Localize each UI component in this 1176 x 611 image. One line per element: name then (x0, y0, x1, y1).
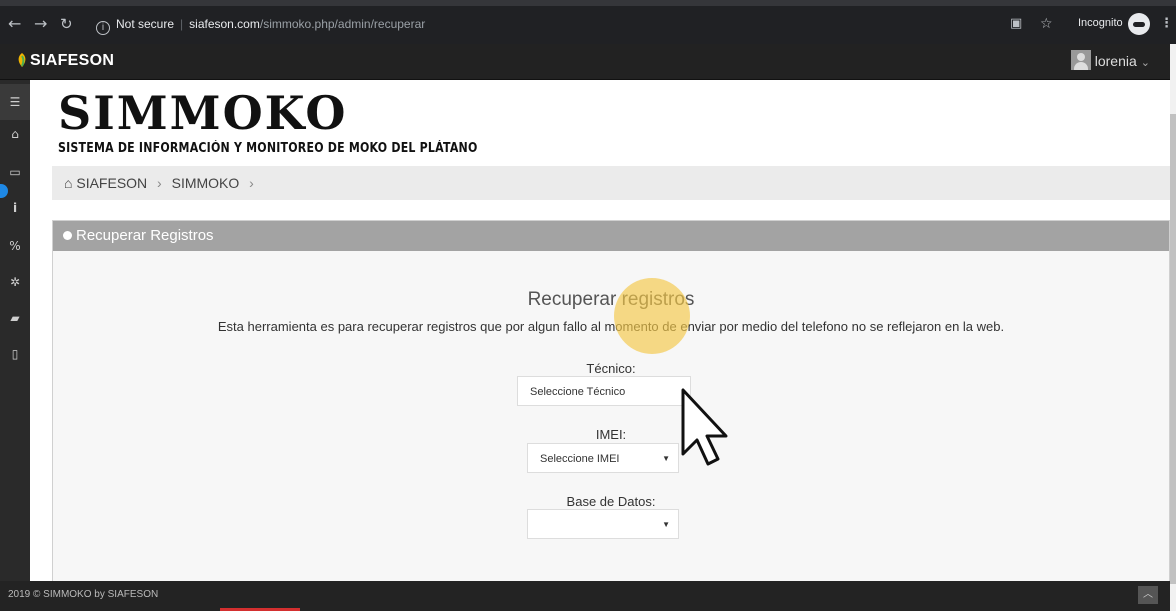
panel-header: Recuperar Registros (53, 221, 1169, 251)
breadcrumb-separator: › (249, 175, 254, 191)
breadcrumb-separator: › (157, 175, 162, 191)
panel-body: Recuperar registros Esta herramienta es … (53, 251, 1169, 582)
panel-heading: Recuperar Registros (76, 227, 214, 244)
back-icon[interactable]: ← (8, 14, 21, 34)
base-datos-select[interactable]: ▼ (527, 509, 679, 539)
recuperar-panel: Recuperar Registros Recuperar registros … (52, 220, 1170, 582)
breadcrumb-item-siafeson[interactable]: SIAFESON (76, 175, 147, 191)
home-icon: ⌂ (64, 175, 73, 191)
avatar (1070, 50, 1091, 70)
home-icon[interactable]: ⌂ (0, 116, 30, 152)
link-icon[interactable]: % (0, 228, 30, 264)
simmoko-logo: SIMMOKO SISTEMA DE INFORMACIÓN Y MONITOR… (58, 86, 478, 156)
book-icon[interactable]: ▰ (0, 300, 30, 336)
leaf-icon (18, 53, 26, 67)
address-bar-row: ← → ↻ i Not secure | siafeson.com/simmoko.p… (0, 6, 1176, 44)
scrollbar[interactable] (1170, 44, 1176, 611)
reload-icon[interactable]: ↻ (60, 14, 73, 34)
click-highlight (614, 278, 690, 354)
base-datos-label: Base de Datos: (566, 494, 656, 509)
bookmark-star-icon[interactable]: ☆ (1040, 16, 1053, 32)
footer: 2019 © SIMMOKO by SIAFESON ︿ (0, 581, 1170, 611)
tecnico-select-value: Seleccione Técnico (530, 386, 626, 398)
info-icon[interactable]: i (96, 21, 110, 35)
logo-title: SIMMOKO (58, 86, 348, 140)
url-path: /simmoko.php/admin/recuperar (259, 17, 426, 31)
scrollbar-thumb[interactable] (1170, 114, 1176, 584)
incognito-label: Incognito (1078, 17, 1123, 29)
security-label: Not secure (116, 17, 175, 31)
translate-icon[interactable]: ▣ (1010, 16, 1022, 31)
file-icon[interactable]: ▯ (0, 336, 30, 372)
chevron-down-icon: ⌄ (1140, 57, 1150, 69)
caret-down-icon: ▼ (662, 520, 670, 529)
forward-icon[interactable]: → (34, 14, 47, 34)
gear-icon[interactable]: ✲ (0, 264, 30, 300)
caret-down-icon: ▼ (662, 454, 670, 463)
scroll-top-icon[interactable]: ︿ (1138, 586, 1158, 604)
tecnico-select[interactable]: Seleccione Técnico (517, 376, 691, 406)
imei-select-value: Seleccione IMEI (540, 453, 620, 465)
main-content: SIMMOKO SISTEMA DE INFORMACIÓN Y MONITOR… (30, 80, 1170, 582)
tecnico-label: Técnico: (586, 361, 636, 376)
url-separator: | (180, 17, 184, 31)
user-menu[interactable]: lorenia ⌄ (1070, 50, 1150, 70)
user-name: lorenia (1094, 53, 1137, 69)
app-header: SIAFESON lorenia ⌄ (0, 44, 1176, 80)
url-domain: siafeson.com (189, 17, 260, 31)
imei-label: IMEI: (595, 427, 627, 442)
brand-logo[interactable]: SIAFESON (16, 52, 114, 70)
page-title: Recuperar registros (527, 289, 695, 310)
imei-select[interactable]: Seleccione IMEI ▼ (527, 443, 679, 473)
pointer-cursor-icon (681, 388, 728, 466)
menu-toggle-icon[interactable]: ☰ (0, 84, 30, 120)
menu-kebab-icon[interactable]: ⋮ (1160, 16, 1173, 31)
url-bar[interactable]: i Not secure | siafeson.com/simmoko.php/adm… (96, 13, 986, 35)
footer-text: 2019 © SIMMOKO by SIAFESON (8, 589, 159, 600)
chevron-circle-icon (63, 231, 72, 240)
breadcrumb: ⌂ SIAFESON › SIMMOKO › (52, 166, 1170, 200)
sidebar: ☰ ⌂ ▭ i % ✲ ▰ ▯ (0, 80, 30, 581)
logo-subtitle: SISTEMA DE INFORMACIÓN Y MONITOREO DE MO… (58, 140, 478, 156)
brand-name: SIAFESON (30, 52, 115, 69)
page-description: Esta herramienta es para recuperar regis… (217, 319, 1005, 334)
incognito-icon[interactable] (1128, 13, 1150, 35)
breadcrumb-item-simmoko[interactable]: SIMMOKO (172, 175, 240, 191)
